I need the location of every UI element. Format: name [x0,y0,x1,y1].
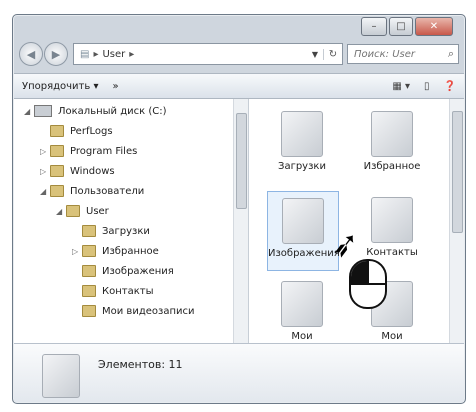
tree-item-program-files[interactable]: ▷ Program Files [40,141,137,161]
file-item-label: Избранное [363,161,421,172]
file-item-label: Изображения [268,248,340,259]
tree-item-label: Загрузки [102,225,150,237]
folder-contents: Загрузки Избранное Изображения Контакты … [249,99,464,353]
favorites-folder-icon [371,111,413,157]
favorites-folder-icon [82,245,96,257]
folder-icon [50,145,64,157]
preview-pane-icon[interactable]: ▯ [424,81,430,92]
user-folder-icon [66,205,80,217]
scrollbar-thumb[interactable] [236,113,247,209]
contacts-folder-icon [82,285,96,297]
tree-item-downloads[interactable]: Загрузки [72,221,150,241]
search-box[interactable]: ⌕ [347,44,459,64]
drive-icon [34,105,52,117]
view-options-icon[interactable]: ▦ ▾ [392,81,410,92]
tree-item-label: PerfLogs [70,125,113,137]
tree-item-user[interactable]: ◢ User [56,201,109,221]
item-count: Элементов: 11 [98,358,183,371]
search-icon[interactable]: ⌕ [448,47,454,61]
back-arrow-icon: ◀ [26,47,36,61]
more-commands-button[interactable]: » [112,81,118,92]
collapsed-triangle-icon[interactable]: ▷ [72,247,82,256]
help-icon[interactable]: ❓ [444,81,456,92]
refresh-icon[interactable]: ↻ [323,48,342,60]
downloads-folder-icon [82,225,96,237]
tree-item-local-disk[interactable]: ◢ Локальный диск (C:) [24,101,167,121]
scrollbar-thumb[interactable] [452,111,463,233]
search-input[interactable] [352,47,436,61]
tree-item-label: Пользователи [70,185,145,197]
address-dropdown-icon[interactable]: ▼ [307,50,323,59]
tree-item-perflogs[interactable]: PerfLogs [40,121,113,141]
minimize-button[interactable]: – [361,17,387,36]
contacts-folder-icon [371,197,413,243]
mouse-icon [349,259,387,309]
expand-triangle-icon[interactable]: ◢ [56,207,66,216]
explorer-window: – □ ✕ ◀ ▶ ▤ ▸ User ▸ ▼ ↻ ⌕ Упорядочить ▾… [12,14,466,404]
close-button[interactable]: ✕ [415,17,453,36]
command-bar: Упорядочить ▾ » ▦ ▾ ▯ ❓ [14,73,464,99]
tree-item-label: Локальный диск (C:) [58,105,167,117]
collapsed-triangle-icon[interactable]: ▷ [40,147,50,156]
user-folder-icon [42,354,80,398]
breadcrumb-separator-icon: ▸ [93,48,99,60]
tree-item-pictures[interactable]: Изображения [72,261,174,281]
organize-menu[interactable]: Упорядочить ▾ [22,81,98,92]
tree-item-label: Windows [70,165,115,177]
file-item-label: Загрузки [278,161,326,172]
videos-folder-icon [281,281,323,327]
details-pane: Элементов: 11 [14,343,464,402]
folder-icon: ▤ [80,48,90,60]
folder-icon [50,165,64,177]
folder-icon [50,125,64,137]
tree-item-label: Избранное [102,245,159,257]
collapsed-triangle-icon[interactable]: ▷ [40,167,50,176]
breadcrumb-user[interactable]: User [102,49,125,60]
forward-button[interactable]: ▶ [44,42,68,66]
back-button[interactable]: ◀ [19,42,43,66]
tree-item-label: Изображения [102,265,174,277]
content-scrollbar[interactable] [449,99,464,345]
tree-item-favorites[interactable]: ▷ Избранное [72,241,159,261]
window-controls: – □ ✕ [361,17,453,36]
file-item-label: Контакты [366,247,418,258]
forward-arrow-icon: ▶ [51,47,61,61]
tree-scrollbar[interactable] [233,99,248,345]
maximize-button[interactable]: □ [389,17,413,36]
tree-item-label: User [86,205,109,217]
videos-folder-icon [82,305,96,317]
file-item-downloads[interactable]: Загрузки [267,105,337,183]
file-item-videos[interactable]: Мои видеозаписи [267,275,337,353]
file-item-contacts[interactable]: Контакты [357,191,427,269]
address-bar[interactable]: ▤ ▸ User ▸ ▼ ↻ [73,43,343,65]
tree-item-label: Мои видеозаписи [102,305,195,317]
pictures-folder-icon [82,265,96,277]
expand-triangle-icon[interactable]: ◢ [24,107,34,116]
tree-item-windows[interactable]: ▷ Windows [40,161,115,181]
folder-icon [50,185,64,197]
tree-item-videos[interactable]: Мои видеозаписи [72,301,194,321]
expand-triangle-icon[interactable]: ◢ [40,187,50,196]
tree-item-label: Program Files [70,145,138,157]
pictures-folder-icon [282,198,324,244]
explorer-body: ◢ Локальный диск (C:) PerfLogs ▷ Program… [14,99,464,353]
downloads-folder-icon [281,111,323,157]
file-item-favorites[interactable]: Избранное [357,105,427,183]
breadcrumb-separator-icon: ▸ [129,48,135,60]
tree-item-contacts[interactable]: Контакты [72,281,153,301]
tree-item-users[interactable]: ◢ Пользователи [40,181,144,201]
address-row: ◀ ▶ ▤ ▸ User ▸ ▼ ↻ ⌕ [19,41,459,67]
navigation-pane: ◢ Локальный диск (C:) PerfLogs ▷ Program… [14,99,249,345]
tree-item-label: Контакты [102,285,154,297]
